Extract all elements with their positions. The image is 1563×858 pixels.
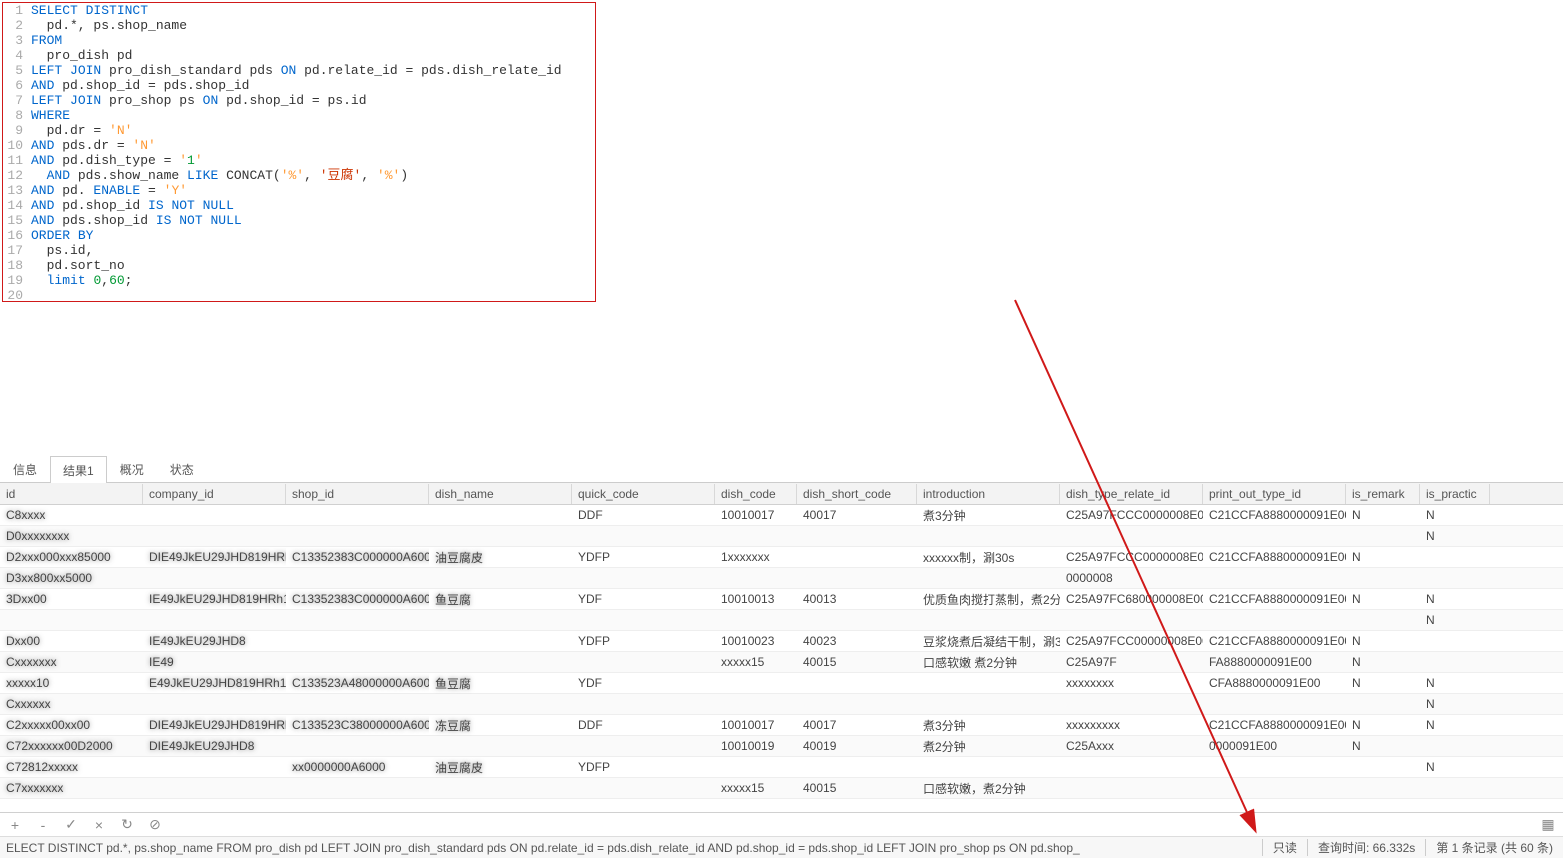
result-tabs: 信息结果1概况状态 — [0, 457, 1563, 483]
table-row[interactable]: CxxxxxxxIE49xxxxx1540015口感软嫩 煮2分钟C25A97F… — [0, 652, 1563, 673]
table-row[interactable]: D3xx800xx50000000008 — [0, 568, 1563, 589]
table-row[interactable]: D2xxx000xxx85000DIE49JkEU29JHD819HRh1C13… — [0, 547, 1563, 568]
col-dish_name[interactable]: dish_name — [429, 484, 572, 504]
status-record-count: 第 1 条记录 (共 60 条) — [1425, 839, 1563, 856]
grid-body: C8xxxxDDF1001001740017煮3分钟C25A97FCCC0000… — [0, 505, 1563, 799]
sql-code[interactable]: SELECT DISTINCT pd.*, ps.shop_nameFROM p… — [27, 3, 562, 303]
col-dish_type_relate_id[interactable]: dish_type_relate_id — [1060, 484, 1203, 504]
table-row[interactable]: CxxxxxxN — [0, 694, 1563, 715]
grid-view-icon[interactable]: ▦ — [1541, 818, 1555, 832]
status-query-time: 查询时间: 66.332s — [1307, 839, 1425, 856]
table-row[interactable]: C72812xxxxxxx0000000A6000油豆腐皮YDFPN — [0, 757, 1563, 778]
tab-状态[interactable]: 状态 — [157, 455, 207, 482]
table-row[interactable]: C7xxxxxxxxxxxx1540015口感软嫩，煮2分钟 — [0, 778, 1563, 799]
refresh-icon[interactable]: ↻ — [120, 818, 134, 832]
col-print_out_type_id[interactable]: print_out_type_id — [1203, 484, 1346, 504]
table-row[interactable]: Dxx00IE49JkEU29JHD8YDFP1001002340023豆浆烧煮… — [0, 631, 1563, 652]
table-row[interactable]: D0xxxxxxxxN — [0, 526, 1563, 547]
grid-header: idcompany_idshop_iddish_namequick_codedi… — [0, 483, 1563, 505]
table-row[interactable]: C8xxxxDDF1001001740017煮3分钟C25A97FCCC0000… — [0, 505, 1563, 526]
status-readonly: 只读 — [1262, 839, 1307, 856]
col-is_remark[interactable]: is_remark — [1346, 484, 1420, 504]
col-quick_code[interactable]: quick_code — [572, 484, 715, 504]
commit-icon[interactable]: ✓ — [64, 818, 78, 832]
cancel-icon[interactable]: × — [92, 818, 106, 832]
tab-结果1[interactable]: 结果1 — [50, 456, 107, 483]
table-row[interactable]: C2xxxxx00xx00DIE49JkEU29JHD819HRh1C13352… — [0, 715, 1563, 736]
col-dish_code[interactable]: dish_code — [715, 484, 797, 504]
sql-editor-panel[interactable]: 1234567891011121314151617181920 SELECT D… — [2, 2, 596, 302]
line-gutter: 1234567891011121314151617181920 — [3, 3, 27, 303]
stop-icon[interactable]: ⊘ — [148, 818, 162, 832]
status-bar: ELECT DISTINCT pd.*, ps.shop_name FROM p… — [0, 836, 1563, 858]
status-sql-echo: ELECT DISTINCT pd.*, ps.shop_name FROM p… — [0, 841, 1262, 855]
table-row[interactable]: 3Dxx00IE49JkEU29JHD819HRh1C13352383C0000… — [0, 589, 1563, 610]
tab-概况[interactable]: 概况 — [107, 455, 157, 482]
tab-信息[interactable]: 信息 — [0, 455, 50, 482]
table-row[interactable]: N — [0, 610, 1563, 631]
delete-row-icon[interactable]: - — [36, 818, 50, 832]
col-dish_short_code[interactable]: dish_short_code — [797, 484, 917, 504]
col-introduction[interactable]: introduction — [917, 484, 1060, 504]
table-row[interactable]: xxxxx10E49JkEU29JHD819HRh1C133523A480000… — [0, 673, 1563, 694]
result-grid: idcompany_idshop_iddish_namequick_codedi… — [0, 483, 1563, 799]
add-row-icon[interactable]: + — [8, 818, 22, 832]
col-company_id[interactable]: company_id — [143, 484, 286, 504]
col-is_practice[interactable]: is_practic — [1420, 484, 1490, 504]
table-row[interactable]: C72xxxxxx00D2000DIE49JkEU29JHD8100100194… — [0, 736, 1563, 757]
grid-toolbar: +-✓ × ↻ ⊘ ▦ — [0, 812, 1563, 836]
col-id[interactable]: id — [0, 484, 143, 504]
col-shop_id[interactable]: shop_id — [286, 484, 429, 504]
